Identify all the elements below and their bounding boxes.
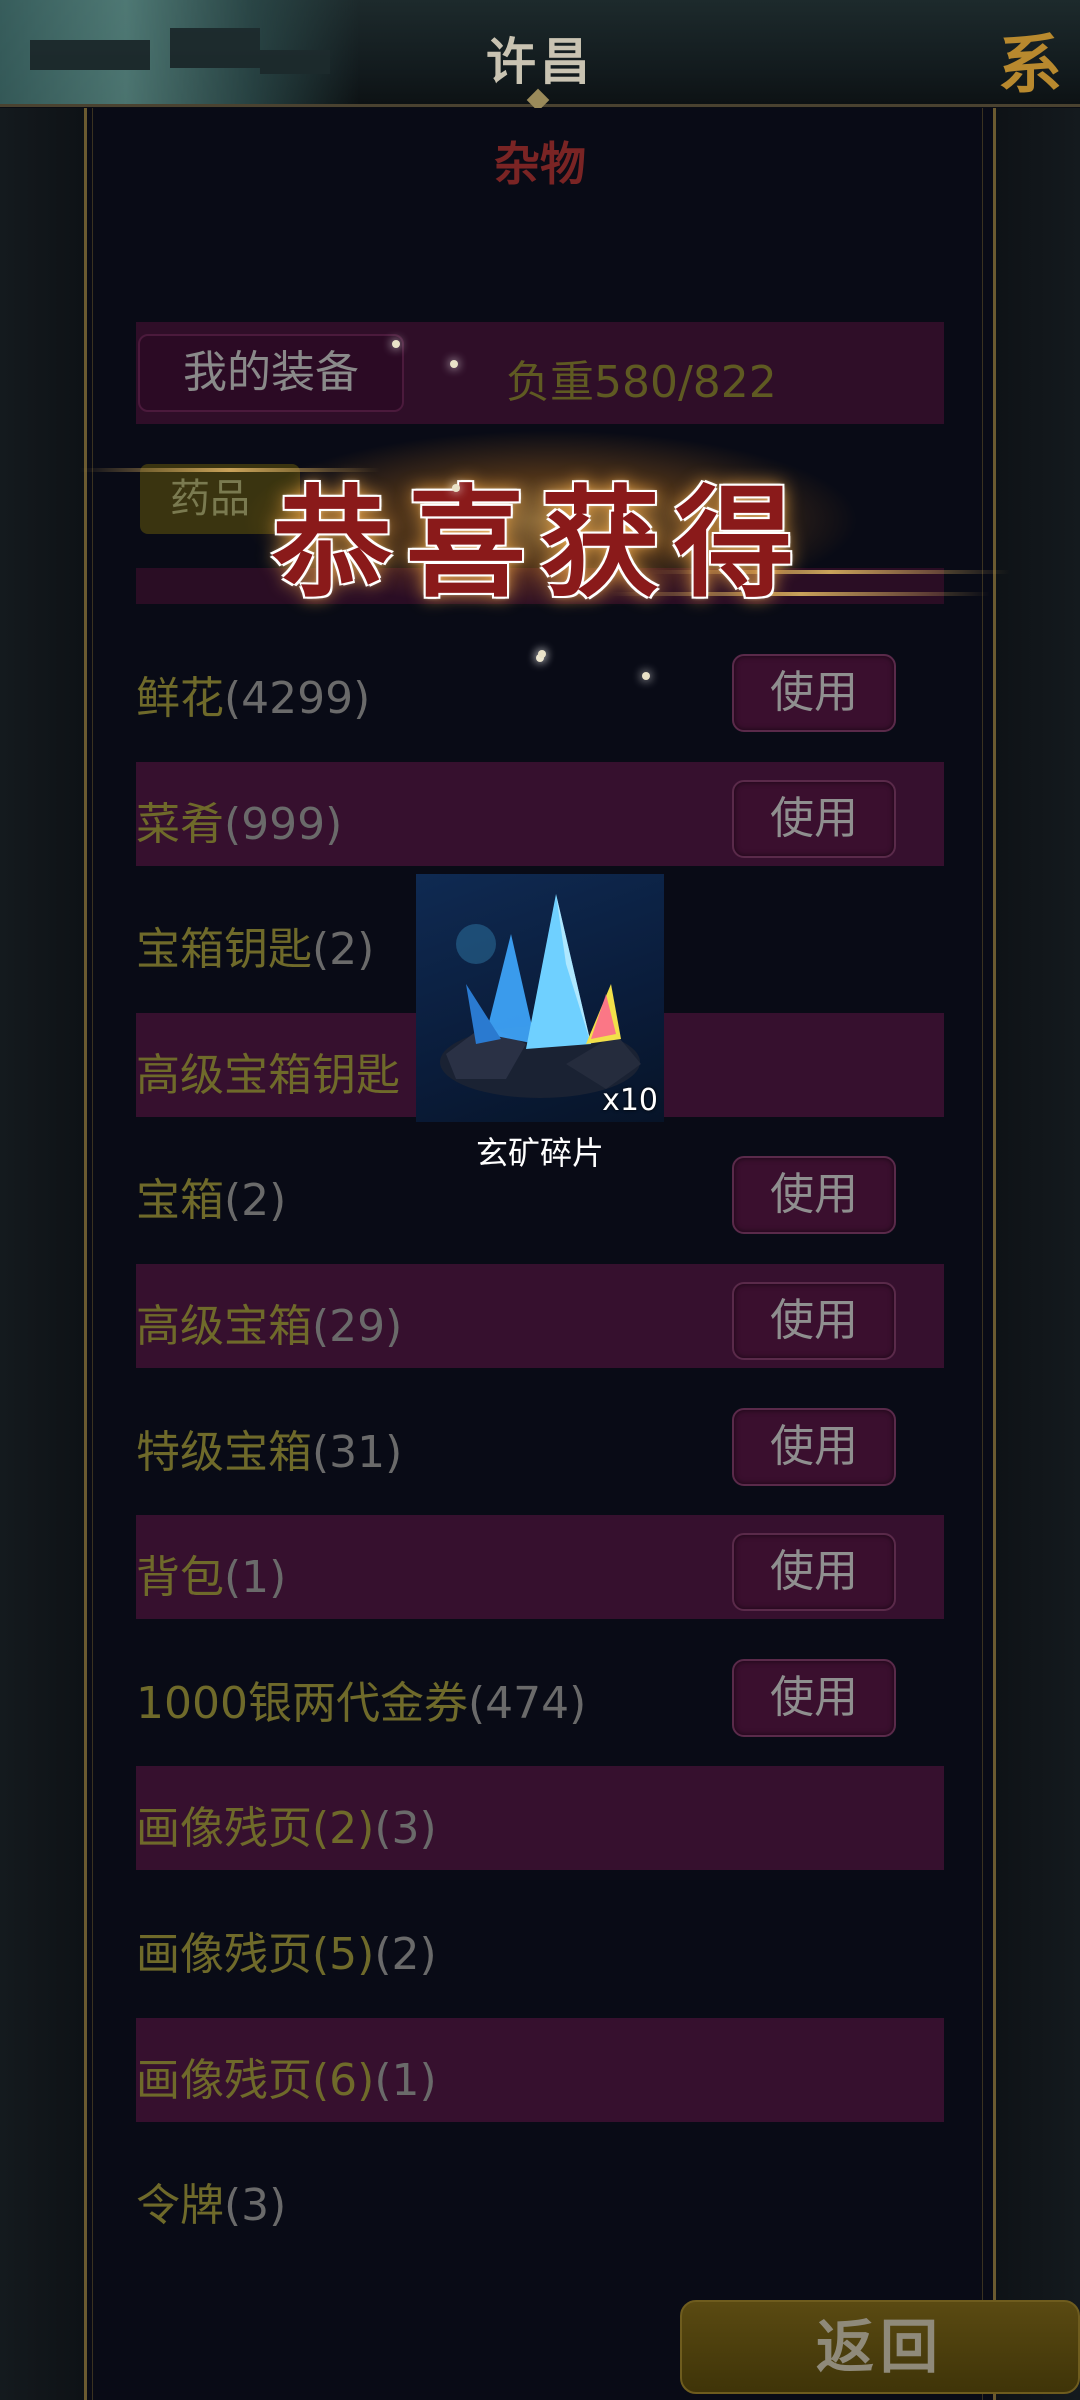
item-count: (2) xyxy=(374,1929,437,1980)
sparkle xyxy=(452,484,460,492)
system-menu-button[interactable]: 系 xyxy=(998,14,1062,106)
use-button[interactable]: 使用 xyxy=(732,1282,896,1360)
item-label: 1000银两代金券(474) xyxy=(136,1667,586,1731)
use-button[interactable]: 使用 xyxy=(732,780,896,858)
item-name: 令牌 xyxy=(136,2180,224,2231)
item-name: 画像残页(2) xyxy=(136,1803,375,1854)
item-row: 菜肴(999) 使用 xyxy=(136,762,944,866)
use-button[interactable]: 使用 xyxy=(732,1533,896,1611)
item-count: (4299) xyxy=(224,673,371,724)
item-name: 宝箱钥匙 xyxy=(136,924,312,975)
item-row: 1000银两代金券(474) 使用 xyxy=(136,1641,944,1745)
use-button[interactable]: 使用 xyxy=(732,1408,896,1486)
congrats-text: 恭喜获得 xyxy=(272,473,808,614)
category-title: 杂物 xyxy=(494,137,586,191)
item-label: 菜肴(999) xyxy=(136,788,342,852)
item-count: (29) xyxy=(312,1301,403,1352)
sparkle xyxy=(538,650,546,658)
item-name: 鲜花 xyxy=(136,673,224,724)
item-name: 宝箱 xyxy=(136,1175,224,1226)
tab-header-row: 我的装备 负重580/822 xyxy=(136,322,944,424)
item-row: 画像残页(2)(3) xyxy=(136,1766,944,1870)
congrats-banner: 恭喜获得 xyxy=(80,420,1010,620)
item-count: (3) xyxy=(374,1803,437,1854)
item-name: 背包 xyxy=(136,1552,224,1603)
item-name: 画像残页(5) xyxy=(136,1929,375,1980)
use-button[interactable]: 使用 xyxy=(732,1659,896,1737)
item-label: 画像残页(5)(2) xyxy=(136,1918,437,1982)
item-name: 高级宝箱 xyxy=(136,1301,312,1352)
item-count: (2) xyxy=(224,1175,287,1226)
item-count: (3) xyxy=(224,2180,287,2231)
item-label: 宝箱(2) xyxy=(136,1164,286,1228)
item-label: 鲜花(4299) xyxy=(136,662,370,726)
use-button[interactable]: 使用 xyxy=(732,654,896,732)
item-count: (1) xyxy=(224,1552,287,1603)
tab-my-equipment[interactable]: 我的装备 xyxy=(138,334,404,412)
back-button[interactable]: 返回 xyxy=(680,2300,1080,2394)
item-count: (999) xyxy=(224,799,343,850)
item-count: (2) xyxy=(312,924,375,975)
sparkle xyxy=(450,360,458,368)
item-name: 画像残页(6) xyxy=(136,2055,375,2106)
item-label: 高级宝箱钥匙 xyxy=(136,1039,400,1103)
item-label: 令牌(3) xyxy=(136,2169,286,2233)
item-label: 背包(1) xyxy=(136,1541,286,1605)
item-row: 画像残页(6)(1) xyxy=(136,2018,944,2122)
item-row: 画像残页(5)(2) xyxy=(136,1892,944,1996)
item-count: (31) xyxy=(312,1427,403,1478)
item-label: 高级宝箱(29) xyxy=(136,1290,402,1354)
page-title: 许昌 xyxy=(486,33,594,91)
item-label: 画像残页(6)(1) xyxy=(136,2044,437,2108)
reward-item-tile[interactable]: x10 xyxy=(416,874,664,1122)
item-count: (1) xyxy=(374,2055,437,2106)
sparkle xyxy=(392,340,400,348)
item-label: 宝箱钥匙(2) xyxy=(136,913,374,977)
item-name: 高级宝箱钥匙 xyxy=(136,1050,400,1101)
item-row: 高级宝箱(29) 使用 xyxy=(136,1264,944,1368)
item-label: 画像残页(2)(3) xyxy=(136,1792,437,1856)
item-label: 特级宝箱(31) xyxy=(136,1416,402,1480)
item-name: 1000银两代金券 xyxy=(136,1678,468,1729)
weight-indicator: 负重580/822 xyxy=(506,357,777,408)
reward-name: 玄矿碎片 xyxy=(475,1134,604,1172)
item-row: 令牌(3) xyxy=(136,2143,944,2247)
reward-quantity: x10 xyxy=(602,1083,658,1118)
item-row: 特级宝箱(31) 使用 xyxy=(136,1390,944,1494)
sparkle xyxy=(642,672,650,680)
top-bar: 许昌 系 xyxy=(0,0,1080,112)
item-name: 特级宝箱 xyxy=(136,1427,312,1478)
use-button[interactable]: 使用 xyxy=(732,1156,896,1234)
item-row: 背包(1) 使用 xyxy=(136,1515,944,1619)
item-name: 菜肴 xyxy=(136,799,224,850)
item-count: (474) xyxy=(467,1678,587,1729)
